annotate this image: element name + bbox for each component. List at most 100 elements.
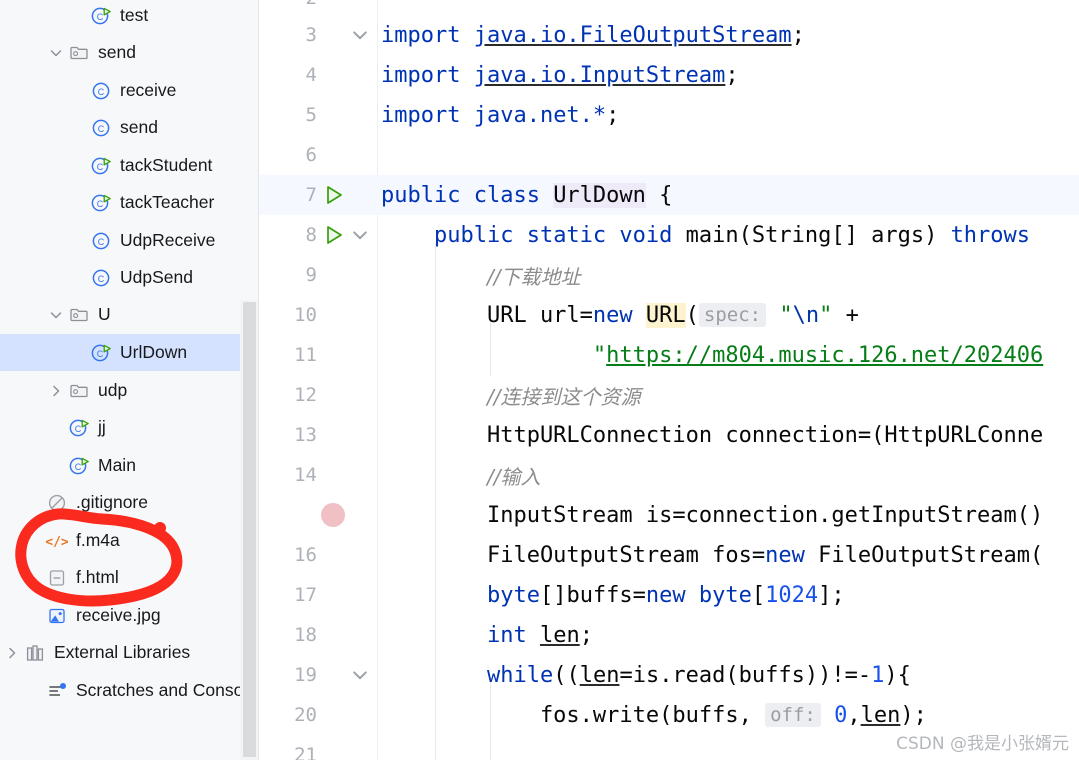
code-text[interactable]: " https://m804.music.126.net/202406 [381,335,1043,375]
line-number: 14 [294,464,317,486]
code-line-3[interactable]: 3 import java.io.FileOutputStream; [259,15,1079,55]
code-line-6[interactable]: 6 [259,135,1079,175]
code-text[interactable]: public static void main(String[] args) t… [381,215,1030,255]
fold-chevron-down-icon[interactable] [351,226,369,244]
code-text[interactable]: FileOutputStream fos= new FileOutputStrea… [381,535,1043,575]
tree-item-external-libraries[interactable]: External Libraries [0,634,258,671]
code-text[interactable]: //连接到这个资源 [381,375,640,415]
code-text[interactable]: fos.write(buffs, off: 0, len); [381,695,927,735]
code-line-4[interactable]: 4 import java.io.InputStream; [259,55,1079,95]
chevron-placeholder [68,81,88,101]
line-number: 16 [294,544,317,566]
code-token: new [765,542,819,568]
code-line-8[interactable]: 8 public static void main(String[] args)… [259,215,1079,255]
tree-item-udpsend[interactable]: C UdpSend [0,259,258,296]
code-text[interactable]: import java.io.FileOutputStream; [381,15,805,55]
code-line-11[interactable]: 11 " https://m804.music.126.net/202406 [259,335,1079,375]
chevron-placeholder [24,493,44,513]
tree-item-label: test [120,4,149,25]
code-token: 1 [871,662,885,688]
tree-item--gitignore[interactable]: .gitignore [0,484,258,521]
code-line-12[interactable]: 12 //连接到这个资源 [259,375,1079,415]
code-line-14[interactable]: 14 //输入 [259,455,1079,495]
code-token: 0 [834,702,848,728]
tree-item-label: receive.jpg [76,604,161,625]
chevron-down-icon[interactable] [46,305,66,325]
tree-item-udp[interactable]: udp [0,372,258,409]
code-line-15[interactable]: InputStream is=connection.getInputStream… [259,495,1079,535]
code-text[interactable]: int len; [381,615,593,655]
svg-text:C: C [75,424,82,434]
code-token: HttpURLConnection connection=(HttpURLCon… [381,422,1044,448]
code-text[interactable]: //输入 [381,455,540,495]
code-text[interactable]: //下载地址 [381,255,580,295]
code-line-10[interactable]: 10 URL url= new URL(spec: " \n " + [259,295,1079,335]
tree-item-scratches-and-consoles[interactable]: Scratches and Consoles [0,672,258,709]
tree-item-u[interactable]: U [0,296,258,333]
chevron-placeholder [24,568,44,588]
code-token: FileOutputStream fos= [381,542,766,568]
code-text[interactable]: byte []buffs= new byte[1024]; [381,575,845,615]
project-tree-panel[interactable]: Ctest send Creceive Csend CtackStudent CtackT… [0,0,258,760]
tree-item-urldown[interactable]: C UrlDown [0,334,258,371]
breakpoint-marker[interactable] [321,503,345,527]
tree-item-f-m4a[interactable]: </> f.m4a [0,522,258,559]
code-line-9[interactable]: 9 //下载地址 [259,255,1079,295]
tree-item-receive[interactable]: Creceive [0,72,258,109]
chevron-right-icon[interactable] [46,381,66,401]
tree-item-f-html[interactable]: f.html [0,559,258,596]
code-line-17[interactable]: 17 byte []buffs= new byte[1024]; [259,575,1079,615]
line-number: 10 [294,304,317,326]
chevron-right-icon[interactable] [2,643,22,663]
code-token: len [860,702,901,728]
tree-item-main[interactable]: C Main [0,447,258,484]
code-text[interactable]: import java.io.InputStream; [381,55,739,95]
run-gutter-icon[interactable] [323,224,345,246]
sidebar-scrollbar-thumb[interactable] [243,302,256,757]
tree-item-jj[interactable]: Cjj [0,409,258,446]
code-text[interactable]: public class UrlDown { [381,175,672,215]
fold-chevron-down-icon[interactable] [351,26,369,44]
chevron-placeholder [68,343,88,363]
tree-item-test[interactable]: Ctest [0,0,258,34]
code-text[interactable]: import java.net.*; [381,95,619,135]
code-line-18[interactable]: 18 int len; [259,615,1079,655]
java-class-icon: C [88,265,114,291]
code-text[interactable]: URL url= new URL(spec: " \n " + [381,295,859,335]
chevron-placeholder [46,418,66,438]
code-token: public class [381,182,554,208]
tree-item-tackstudent[interactable]: CtackStudent [0,147,258,184]
code-token: " [381,342,607,368]
code-line-19[interactable]: 19 while((len =is.read(buffs))!=- 1){ [259,655,1079,695]
line-number: 21 [294,744,317,760]
code-file-icon: </> [44,528,70,554]
code-token: new byte [645,582,752,608]
code-editor[interactable]: 23import java.io.FileOutputStream;4impor… [259,0,1079,760]
code-text[interactable]: InputStream is=connection.getInputStream… [381,495,1043,535]
code-line-13[interactable]: 13 HttpURLConnection connection=(HttpURL… [259,415,1079,455]
svg-text:C: C [97,12,104,22]
tree-item-udpreceive[interactable]: C UdpReceive [0,222,258,259]
gitignore-icon [44,490,70,516]
code-token: ){ [884,662,911,688]
chevron-down-icon[interactable] [46,43,66,63]
tree-item-receive-jpg[interactable]: receive.jpg [0,597,258,634]
code-line-16[interactable]: 16 FileOutputStream fos= new FileOutputSt… [259,535,1079,575]
image-file-icon [44,603,70,629]
svg-text:</>: </> [46,535,68,550]
fold-chevron-down-icon[interactable] [351,666,369,684]
line-number: 4 [305,64,317,86]
folder-icon [66,40,92,66]
code-line-5[interactable]: 5 import java.net.*; [259,95,1079,135]
tree-item-tackteacher[interactable]: CtackTeacher [0,184,258,221]
run-gutter-icon[interactable] [323,184,345,206]
tree-item-send[interactable]: Csend [0,109,258,146]
code-text[interactable]: HttpURLConnection connection=(HttpURLCon… [381,415,1043,455]
tree-item-send[interactable]: send [0,34,258,71]
code-line-7[interactable]: 7 public class UrlDown { [259,175,1079,215]
code-text[interactable]: while((len =is.read(buffs))!=- 1){ [381,655,911,695]
